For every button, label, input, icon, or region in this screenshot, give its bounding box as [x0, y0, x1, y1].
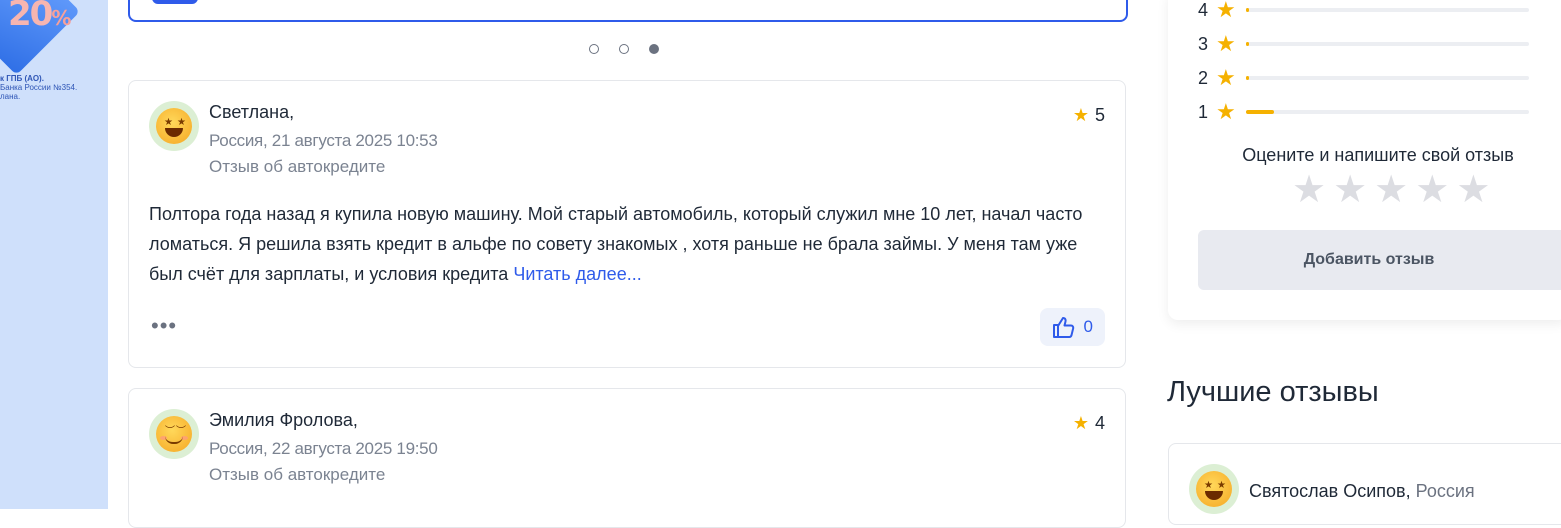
carousel-dots	[589, 44, 659, 54]
ad-banner[interactable]: 20% к ГПБ (АО). Банка России №354. лана.	[0, 0, 108, 509]
review-rating: ★ 4	[1073, 413, 1105, 434]
review-text: Полтора года назад я купила новую машину…	[149, 199, 1089, 289]
star-struck-emoji-icon: ★ ★	[156, 108, 192, 144]
star-struck-emoji-icon: ★ ★	[1196, 471, 1232, 507]
star-icon: ★	[1216, 31, 1236, 56]
rating-bar	[1246, 8, 1529, 12]
ad-legal-text: к ГПБ (АО). Банка России №354. лана.	[0, 74, 78, 101]
more-options-icon[interactable]: •••	[151, 313, 177, 339]
rating-bar	[1246, 76, 1529, 80]
smiling-face-emoji-icon: ︶ ︶	[156, 416, 192, 452]
best-reviewer-name-text: Святослав Осипов,	[1249, 481, 1411, 501]
bar-label: 3	[1198, 33, 1209, 54]
carousel-dot-2[interactable]	[619, 44, 629, 54]
bar-label: 1	[1198, 101, 1209, 122]
carousel-dot-1[interactable]	[589, 44, 599, 54]
rating-bar-fill	[1246, 8, 1249, 12]
star-icon: ★	[1216, 99, 1236, 124]
review-meta: Россия, 22 августа 2025 19:50	[209, 439, 438, 458]
rating-value: 4	[1094, 413, 1105, 433]
reviewer-name[interactable]: Светлана,	[209, 102, 294, 123]
thumbs-up-icon	[1052, 317, 1074, 338]
star-icon: ★	[1072, 105, 1089, 125]
best-reviewer-name[interactable]: Святослав Осипов, Россия	[1249, 481, 1475, 502]
rate-star-3-icon[interactable]: ★	[1374, 170, 1408, 210]
rating-bar-row-4: 4 ★	[1198, 0, 1529, 23]
rating-value: 5	[1094, 105, 1105, 125]
avatar: ★ ★	[149, 101, 199, 151]
carousel-dot-3[interactable]	[649, 44, 659, 54]
carousel-slide	[128, 0, 1128, 22]
ad-percent-label: 20%	[8, 0, 71, 34]
review-type: Отзыв об автокредите	[209, 465, 386, 484]
rate-star-5-icon[interactable]: ★	[1456, 170, 1490, 210]
bar-label: 4	[1198, 0, 1209, 20]
rating-bar-fill	[1246, 110, 1275, 114]
rating-bar-row-2: 2 ★	[1198, 65, 1529, 91]
star-icon: ★	[1216, 0, 1236, 22]
review-meta: Россия, 21 августа 2025 10:53	[209, 131, 438, 150]
read-more-link[interactable]: Читать далее...	[513, 264, 641, 284]
best-review-card[interactable]: ★ ★ Святослав Осипов, Россия	[1168, 443, 1561, 525]
review-type: Отзыв об автокредите	[209, 157, 386, 176]
carousel-slide-button[interactable]	[152, 0, 198, 4]
rating-bar-row-3: 3 ★	[1198, 31, 1529, 57]
rate-star-4-icon[interactable]: ★	[1415, 170, 1449, 210]
rate-prompt: Оцените и напишите свой отзыв	[1242, 145, 1514, 165]
star-icon: ★	[1072, 413, 1089, 433]
rating-bar	[1246, 42, 1529, 46]
rating-bar-fill	[1246, 76, 1249, 80]
best-reviews-title: Лучшие отзывы	[1167, 376, 1379, 408]
reviewer-name[interactable]: Эмилия Фролова,	[209, 410, 358, 431]
rating-bar	[1246, 110, 1529, 114]
like-count: 0	[1083, 317, 1093, 336]
avatar: ★ ★	[1189, 464, 1239, 514]
like-button[interactable]: 0	[1039, 308, 1105, 346]
review-card: ★ ★ Светлана, Россия, 21 августа 2025 10…	[128, 80, 1126, 368]
rating-panel: 4 ★ 3 ★ 2 ★ 1 ★ 1 Оцените и напишите сво…	[1168, 0, 1561, 320]
bar-label: 2	[1198, 67, 1209, 88]
avatar: ︶ ︶	[149, 409, 199, 459]
rating-bar-fill	[1246, 42, 1249, 46]
best-reviewer-country: Россия	[1415, 481, 1475, 501]
rate-stars: ★ ★ ★ ★ ★	[1292, 170, 1490, 210]
rate-star-2-icon[interactable]: ★	[1333, 170, 1367, 210]
review-rating: ★ 5	[1073, 105, 1105, 126]
add-review-button[interactable]: Добавить отзыв	[1198, 230, 1561, 290]
star-icon: ★	[1216, 65, 1236, 90]
review-card: ︶ ︶ Эмилия Фролова, Россия, 22 августа 2…	[128, 388, 1126, 528]
rate-star-1-icon[interactable]: ★	[1292, 170, 1326, 210]
rating-bar-row-1: 1 ★ 1	[1198, 99, 1529, 125]
